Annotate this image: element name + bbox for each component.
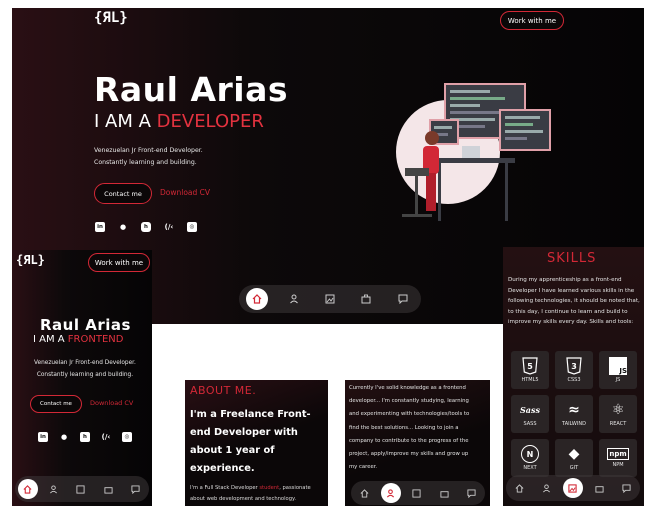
codepen-icon[interactable]: ◎ [122, 432, 132, 442]
mobile-download-cv-link[interactable]: Download CV [90, 399, 133, 407]
skill-react: ⚛ REACT [599, 395, 637, 433]
work-with-me-button[interactable]: Work with me [500, 11, 564, 30]
nav-contact-icon[interactable] [124, 478, 146, 500]
hero-role: DEVELOPER [156, 111, 264, 132]
nav-home-icon[interactable] [17, 479, 38, 499]
skills-description: During my apprenticeship as a front-end … [508, 277, 640, 326]
github-icon[interactable]: ● [59, 432, 69, 442]
linkedin-icon[interactable]: in [38, 432, 48, 442]
about-more-panel: Currently I've solid knowledge as a fron… [345, 380, 490, 506]
nav-services-icon[interactable] [433, 482, 455, 504]
hashnode-icon[interactable]: h [80, 432, 90, 442]
nav-home-icon[interactable] [246, 288, 269, 310]
skills-bottom-nav [506, 475, 640, 501]
skill-js: JS JS [599, 351, 637, 389]
social-links: in ● h (/‹ ◎ [95, 222, 197, 232]
skill-next: N NEXT [511, 439, 549, 477]
hashnode-icon[interactable]: h [141, 222, 151, 232]
nav-about-icon[interactable] [536, 477, 558, 499]
nav-services-icon[interactable] [588, 477, 610, 499]
skill-html5: 5 HTML5 [511, 351, 549, 389]
contact-me-button[interactable]: Contact me [94, 183, 152, 204]
nav-portfolio-icon[interactable] [319, 288, 341, 310]
skills-grid: 5 HTML5 3 CSS3 JS JS Sass SASS ≈ TAILWIND ⚛ RE… [511, 351, 637, 477]
react-icon: ⚛ [611, 402, 625, 418]
logo[interactable]: {ЯL} [94, 10, 128, 26]
nav-portfolio-icon[interactable] [70, 478, 92, 500]
mobile-work-with-me-button[interactable]: Work with me [88, 253, 150, 272]
svg-text:5: 5 [527, 362, 533, 371]
mobile-hero-role: FRONTEND [67, 334, 124, 345]
nav-portfolio-icon[interactable] [562, 478, 583, 498]
hero-subtitle: I AM A DEVELOPER [94, 111, 264, 132]
css3-icon: 3 [563, 357, 585, 375]
mobile-bottom-nav [15, 476, 149, 502]
about-headline: I'm a Freelance Front- end Developer wit… [190, 409, 311, 474]
freecodecamp-icon[interactable]: (/‹ [101, 432, 111, 442]
js-icon: JS [609, 357, 627, 375]
mobile-logo[interactable]: {ЯL} [16, 253, 45, 267]
mobile-social-links: in ● h (/‹ ◎ [38, 432, 132, 442]
about-more-text: Currently I've solid knowledge as a fron… [349, 385, 470, 471]
about-bottom-nav [351, 481, 485, 505]
svg-text:3: 3 [571, 362, 577, 371]
codepen-icon[interactable]: ◎ [187, 222, 197, 232]
nav-home-icon[interactable] [509, 477, 531, 499]
about-panel: ABOUT ME. I'm a Freelance Front- end Dev… [185, 380, 328, 506]
linkedin-icon[interactable]: in [95, 222, 105, 232]
nav-contact-icon[interactable] [615, 477, 637, 499]
html5-icon: 5 [519, 357, 541, 375]
about-title: ABOUT ME. [190, 384, 257, 397]
bottom-nav [239, 285, 421, 313]
nav-services-icon[interactable] [97, 478, 119, 500]
freecodecamp-icon[interactable]: (/‹ [164, 222, 174, 232]
npm-icon: npm [607, 448, 629, 460]
nav-about-icon[interactable] [380, 483, 401, 503]
nav-home-icon[interactable] [354, 482, 376, 504]
hero-description: Venezuelan Jr Front-end Developer. Const… [94, 147, 203, 166]
mobile-hero-panel: {ЯL} Work with me Raul Arias I AM A FRON… [12, 250, 152, 506]
nav-contact-icon[interactable] [460, 482, 482, 504]
skill-css3: 3 CSS3 [555, 351, 593, 389]
mobile-contact-me-button[interactable]: Contact me [30, 395, 82, 413]
skills-panel: SKILLS During my apprenticeship as a fro… [503, 247, 644, 506]
nav-about-icon[interactable] [43, 478, 65, 500]
skill-tailwind: ≈ TAILWIND [555, 395, 593, 433]
hero-name: Raul Arias [94, 70, 289, 109]
mobile-hero-subtitle: I AM A FRONTEND [33, 334, 124, 345]
tailwind-icon: ≈ [568, 402, 580, 418]
skill-npm: npm NPM [599, 439, 637, 477]
mobile-hero-name: Raul Arias [40, 316, 131, 334]
developer-illustration [396, 83, 551, 221]
nav-about-icon[interactable] [283, 288, 305, 310]
skills-title: SKILLS [547, 251, 597, 266]
nav-services-icon[interactable] [355, 288, 377, 310]
git-icon: ◆ [568, 446, 580, 462]
nav-portfolio-icon[interactable] [406, 482, 428, 504]
sass-icon: Sass [520, 405, 540, 415]
github-icon[interactable]: ● [118, 222, 128, 232]
nav-contact-icon[interactable] [392, 288, 414, 310]
skill-sass: Sass SASS [511, 395, 549, 433]
mobile-hero-description: Venezuelan Jr Front-end Developer. Const… [34, 360, 136, 378]
about-body: I'm a Full Stack Developer student, pass… [190, 485, 311, 502]
download-cv-link[interactable]: Download CV [160, 188, 210, 197]
next-icon: N [519, 445, 541, 463]
skill-git: ◆ GIT [555, 439, 593, 477]
